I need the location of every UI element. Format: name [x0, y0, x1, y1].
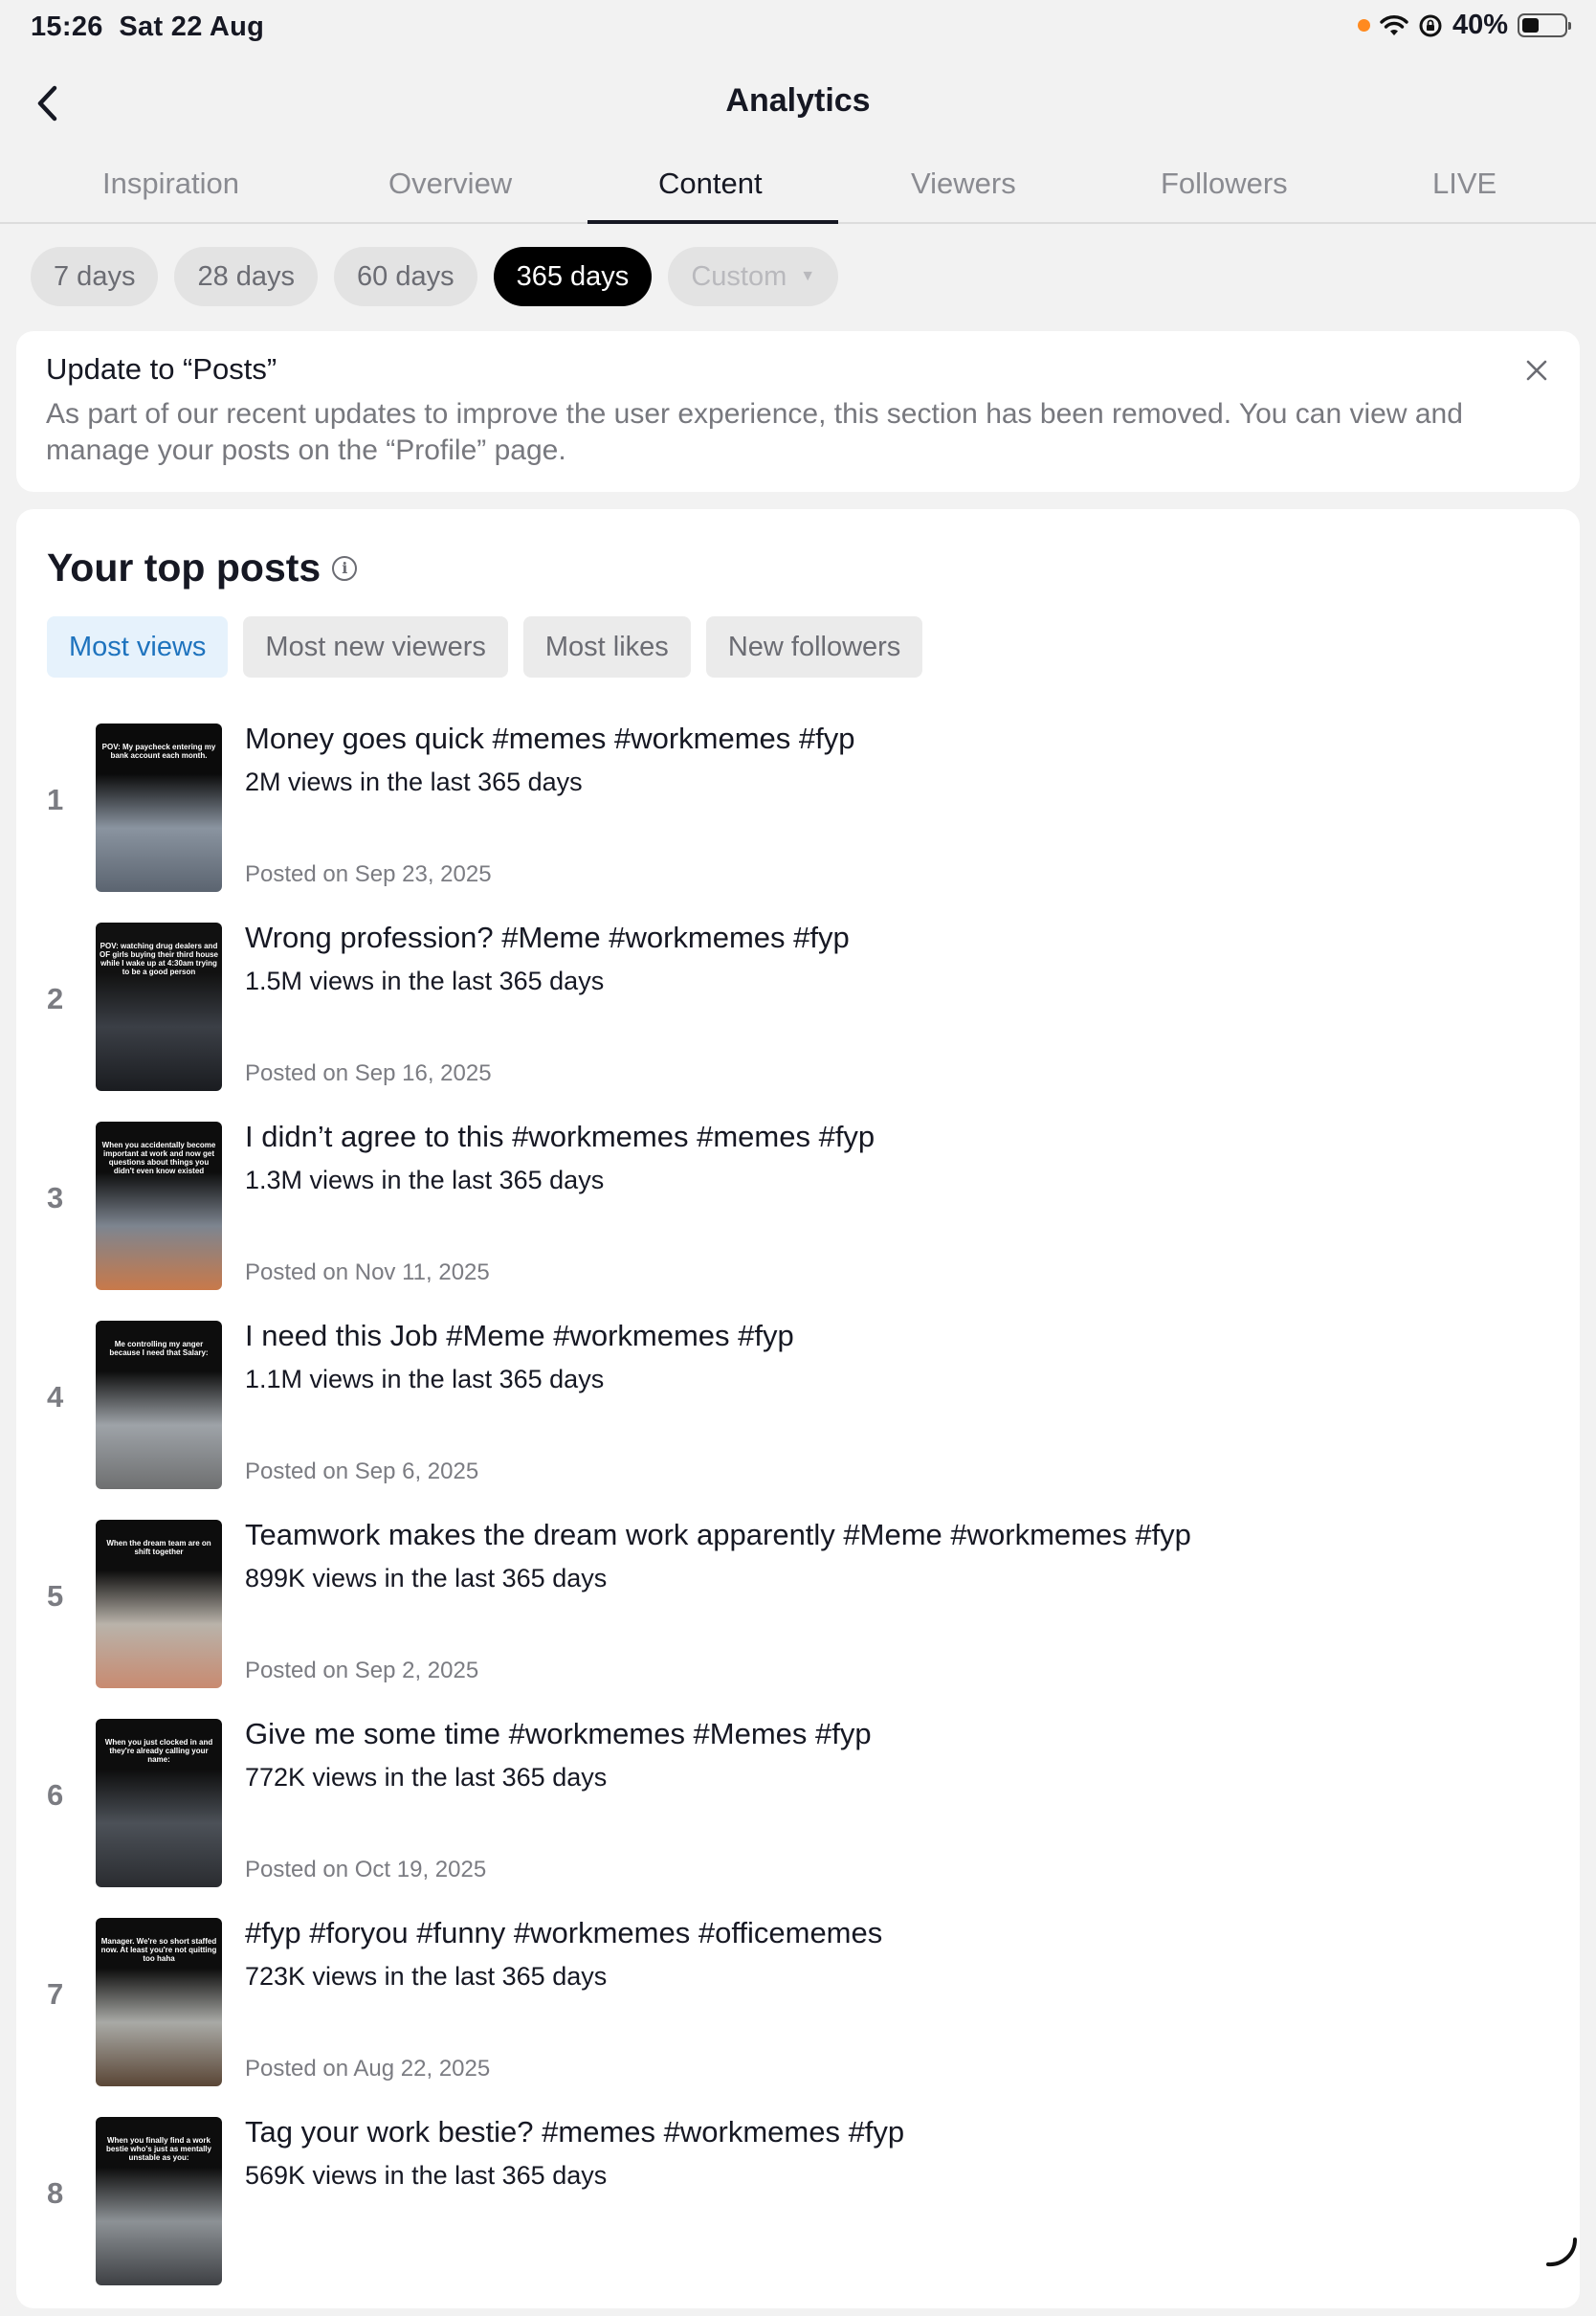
filter-most-new-viewers[interactable]: Most new viewers — [243, 616, 508, 678]
status-bar: 15:26 Sat 22 Aug 40% — [0, 0, 1596, 59]
post-date: Posted on Sep 6, 2025 — [245, 1459, 479, 1484]
battery-icon — [1518, 13, 1571, 37]
post-row[interactable]: 2 POV: watching drug dealers and OF girl… — [16, 921, 1580, 1122]
range-28-days[interactable]: 28 days — [174, 247, 319, 306]
notice-body: As part of our recent updates to improve… — [46, 398, 1463, 466]
post-thumbnail: When you finally find a work bestie who'… — [96, 2117, 222, 2285]
post-views: 899K views in the last 365 days — [245, 1564, 608, 1592]
post-date: Posted on Sep 23, 2025 — [245, 861, 492, 887]
tab-followers[interactable]: Followers — [1161, 167, 1288, 201]
tab-overview[interactable]: Overview — [388, 167, 512, 201]
post-date: Posted on Oct 19, 2025 — [245, 1857, 487, 1882]
top-posts-list: 1 POV: My paycheck entering my bank acco… — [16, 722, 1580, 2316]
post-title: #fyp #foryou #funny #workmemes #officeme… — [245, 1916, 883, 1949]
post-title: I need this Job #Meme #workmemes #fyp — [245, 1319, 794, 1352]
post-title: Give me some time #workmemes #Memes #fyp — [245, 1717, 872, 1750]
post-row[interactable]: 8 When you finally find a work bestie wh… — [16, 2115, 1580, 2316]
notice-title: Update to “Posts” — [46, 352, 277, 386]
range-custom-label: Custom — [691, 260, 787, 292]
range-365-days[interactable]: 365 days — [493, 247, 653, 306]
post-thumbnail: Me controlling my anger because I need t… — [96, 1321, 222, 1489]
battery-percent: 40% — [1452, 10, 1508, 40]
caret-down-icon: ▼ — [800, 268, 816, 284]
post-thumbnail: When the dream team are on shift togethe… — [96, 1520, 222, 1688]
close-icon[interactable] — [1520, 354, 1553, 387]
wifi-icon — [1380, 14, 1408, 35]
tab-live[interactable]: LIVE — [1432, 167, 1496, 201]
thumbnail-caption: Manager. We're so short staffed now. At … — [100, 1937, 217, 1963]
post-rank: 4 — [47, 1380, 64, 1414]
range-custom-dropdown[interactable]: Custom ▼ — [668, 247, 839, 306]
orientation-lock-icon — [1419, 14, 1442, 36]
post-title: Money goes quick #memes #workmemes #fyp — [245, 722, 855, 755]
thumbnail-caption: When you finally find a work bestie who'… — [106, 2136, 211, 2162]
post-row[interactable]: 4 Me controlling my anger because I need… — [16, 1319, 1580, 1520]
tab-inspiration[interactable]: Inspiration — [102, 167, 239, 201]
post-row[interactable]: 7 Manager. We're so short staffed now. A… — [16, 1916, 1580, 2117]
resize-handle-icon[interactable] — [1544, 2234, 1579, 2268]
post-views: 1.1M views in the last 365 days — [245, 1365, 605, 1393]
post-views: 1.5M views in the last 365 days — [245, 967, 605, 995]
post-row[interactable]: 3 When you accidentally become important… — [16, 1120, 1580, 1321]
status-time: 15:26 — [31, 11, 103, 42]
post-title: I didn’t agree to this #workmemes #memes… — [245, 1120, 876, 1153]
battery-level — [1522, 18, 1539, 33]
post-row[interactable]: 6 When you just clocked in and they're a… — [16, 1717, 1580, 1918]
thumbnail-caption: Me controlling my anger because I need t… — [109, 1340, 209, 1357]
post-rank: 2 — [47, 982, 64, 1015]
post-date: Posted on Sep 2, 2025 — [245, 1658, 479, 1683]
range-60-days[interactable]: 60 days — [334, 247, 477, 306]
post-rank: 7 — [47, 1977, 64, 2011]
post-rank: 8 — [47, 2176, 64, 2210]
thumbnail-caption: POV: watching drug dealers and OF girls … — [100, 942, 219, 976]
date-range-chips: 7 days 28 days 60 days 365 days Custom ▼ — [31, 247, 839, 306]
post-date: Posted on Nov 11, 2025 — [245, 1259, 490, 1285]
post-title: Teamwork makes the dream work apparently… — [245, 1518, 1191, 1551]
top-posts-card: Your top posts i Most views Most new vie… — [16, 509, 1580, 2308]
thumbnail-caption: When the dream team are on shift togethe… — [106, 1539, 211, 1556]
post-title: Tag your work bestie? #memes #workmemes … — [245, 2115, 905, 2149]
status-time-date: 15:26 Sat 22 Aug — [31, 11, 264, 43]
tab-content[interactable]: Content — [658, 167, 763, 201]
post-views: 723K views in the last 365 days — [245, 1962, 608, 1991]
analytics-tabs: Inspiration Overview Content Viewers Fol… — [0, 145, 1596, 224]
range-7-days[interactable]: 7 days — [31, 247, 159, 306]
post-rank: 5 — [47, 1579, 64, 1613]
post-date: Posted on Aug 22, 2025 — [245, 2056, 491, 2082]
nav-bar: Analytics — [0, 69, 1596, 138]
post-views: 569K views in the last 365 days — [245, 2161, 608, 2190]
post-rank: 3 — [47, 1181, 64, 1214]
thumbnail-caption: POV: My paycheck entering my bank accoun… — [101, 743, 216, 760]
status-right: 40% — [1357, 10, 1571, 41]
active-tab-indicator — [587, 220, 838, 224]
post-thumbnail: When you just clocked in and they're alr… — [96, 1719, 222, 1887]
post-thumbnail: When you accidentally become important a… — [96, 1122, 222, 1290]
filter-most-views[interactable]: Most views — [47, 616, 229, 678]
post-views: 2M views in the last 365 days — [245, 768, 583, 796]
thumbnail-caption: When you just clocked in and they're alr… — [104, 1738, 213, 1764]
post-thumbnail: POV: watching drug dealers and OF girls … — [96, 923, 222, 1091]
update-notice: Update to “Posts” As part of our recent … — [16, 331, 1580, 492]
post-row[interactable]: 1 POV: My paycheck entering my bank acco… — [16, 722, 1580, 923]
post-thumbnail: POV: My paycheck entering my bank accoun… — [96, 724, 222, 892]
top-posts-title: Your top posts — [47, 546, 321, 590]
post-rank: 1 — [47, 783, 64, 816]
post-views: 772K views in the last 365 days — [245, 1763, 608, 1792]
info-icon[interactable]: i — [332, 555, 358, 581]
thumbnail-caption: When you accidentally become important a… — [101, 1141, 216, 1175]
filter-most-likes[interactable]: Most likes — [522, 616, 691, 678]
post-date: Posted on Sep 16, 2025 — [245, 1060, 492, 1086]
post-title: Wrong profession? #Meme #workmemes #fyp — [245, 921, 850, 954]
post-row[interactable]: 5 When the dream team are on shift toget… — [16, 1518, 1580, 1719]
privacy-dot-icon — [1357, 19, 1370, 32]
top-posts-heading: Your top posts i — [47, 546, 358, 590]
top-posts-filters: Most views Most new viewers Most likes N… — [47, 616, 923, 678]
post-thumbnail: Manager. We're so short staffed now. At … — [96, 1918, 222, 2086]
filter-new-followers[interactable]: New followers — [705, 616, 923, 678]
status-date: Sat 22 Aug — [119, 11, 265, 42]
tab-viewers[interactable]: Viewers — [911, 167, 1016, 201]
page-title: Analytics — [725, 82, 871, 119]
post-views: 1.3M views in the last 365 days — [245, 1166, 605, 1194]
post-rank: 6 — [47, 1778, 64, 1812]
